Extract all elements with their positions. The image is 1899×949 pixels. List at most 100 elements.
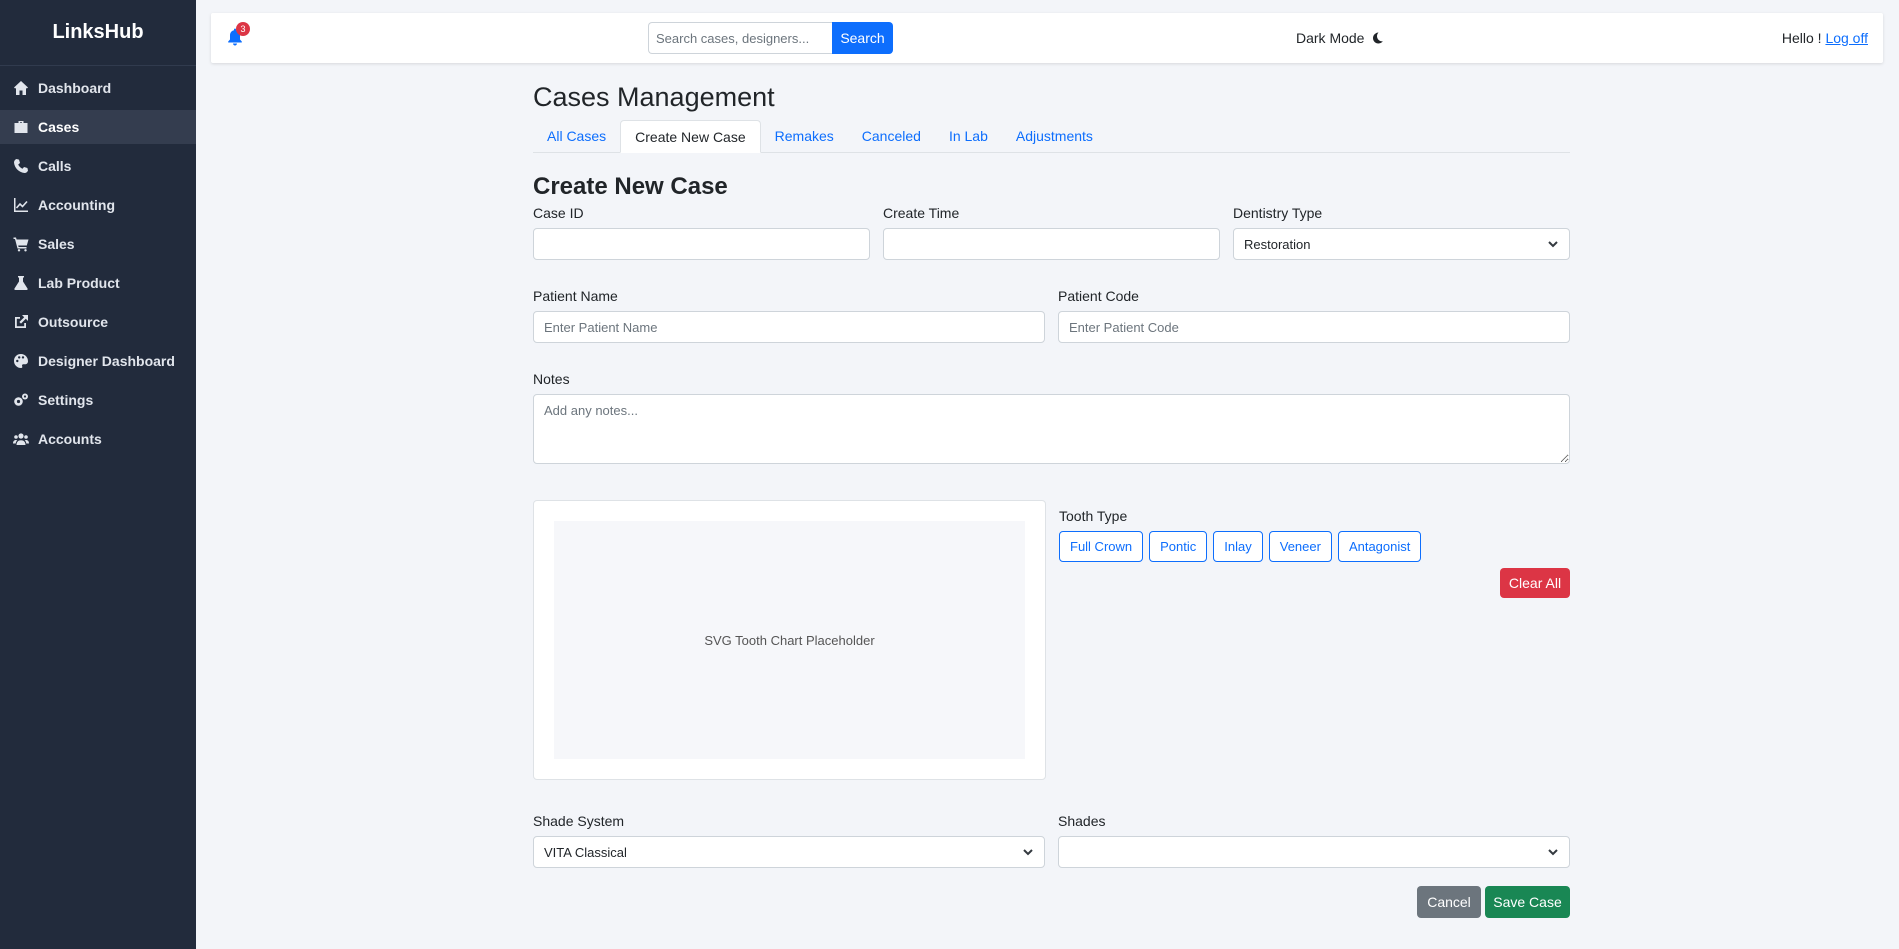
shade-system-group: Shade System VITA Classical [533, 813, 1045, 868]
tooth-type-pontic-button[interactable]: Pontic [1149, 531, 1208, 562]
dentistry-type-group: Dentistry Type Restoration [1233, 205, 1570, 260]
case-id-input[interactable] [533, 228, 870, 260]
shades-group: Shades [1058, 813, 1570, 868]
top-bar: 3 Search Dark Mode Hello ! Log off [211, 13, 1883, 63]
form-actions: Cancel Save Case [533, 886, 1570, 918]
sidebar-item-label: Calls [38, 158, 72, 174]
sidebar-item-label: Cases [38, 119, 80, 135]
briefcase-icon [12, 119, 30, 135]
tooth-chart[interactable]: SVG Tooth Chart Placeholder [533, 500, 1046, 780]
sidebar-item-label: Outsource [38, 314, 109, 330]
tab-all-cases[interactable]: All Cases [533, 120, 620, 152]
sidebar-item-lab-product[interactable]: Lab Product [0, 266, 196, 300]
form-title: Create New Case [533, 173, 728, 200]
dentistry-type-select[interactable]: Restoration [1233, 228, 1570, 260]
sidebar-item-label: Designer Dashboard [38, 353, 175, 369]
shade-system-label: Shade System [533, 813, 625, 829]
tab-in-lab[interactable]: In Lab [935, 120, 1002, 152]
sidebar-item-sales[interactable]: Sales [0, 227, 196, 261]
search-group: Search [648, 22, 893, 54]
tab-canceled[interactable]: Canceled [848, 120, 935, 152]
patient-code-group: Patient Code [1058, 288, 1570, 343]
shade-system-value: VITA Classical [544, 844, 627, 860]
create-time-label: Create Time [883, 205, 960, 221]
case-info-row: Case ID Create Time Dentistry Type Resto… [533, 205, 1570, 260]
shade-system-select[interactable]: VITA Classical [533, 836, 1045, 868]
sidebar-item-designer-dashboard[interactable]: Designer Dashboard [0, 344, 196, 378]
tooth-type-inlay-button[interactable]: Inlay [1213, 531, 1263, 562]
greeting-text: Hello ! [1781, 30, 1822, 46]
tooth-chart-placeholder: SVG Tooth Chart Placeholder [554, 521, 1025, 759]
flask-icon [12, 275, 30, 291]
sidebar-item-label: Accounts [38, 431, 102, 447]
sidebar-item-settings[interactable]: Settings [0, 383, 196, 417]
sidebar-item-label: Settings [38, 392, 94, 408]
brand-logo[interactable]: LinksHub [0, 0, 196, 66]
phone-icon [12, 158, 30, 174]
sidebar-item-accounting[interactable]: Accounting [0, 188, 196, 222]
notes-label: Notes [533, 371, 570, 387]
sidebar-item-label: Accounting [38, 197, 115, 213]
cancel-button[interactable]: Cancel [1417, 886, 1481, 918]
chevron-down-icon [1548, 241, 1558, 248]
create-time-group: Create Time [883, 205, 1220, 260]
sidebar-item-cases[interactable]: Cases [0, 110, 196, 144]
shades-select[interactable] [1058, 836, 1570, 868]
tab-adjustments[interactable]: Adjustments [1002, 120, 1107, 152]
search-input[interactable] [648, 22, 832, 54]
chevron-down-icon [1023, 849, 1033, 856]
patient-row: Patient Name Patient Code [533, 288, 1570, 343]
sidebar-item-dashboard[interactable]: Dashboard [0, 71, 196, 105]
dentistry-type-value: Restoration [1244, 236, 1311, 252]
tooth-type-full-crown-button[interactable]: Full Crown [1059, 531, 1144, 562]
shades-label: Shades [1058, 813, 1106, 829]
gears-icon [12, 392, 30, 408]
create-time-input[interactable] [883, 228, 1220, 260]
patient-name-group: Patient Name [533, 288, 1045, 343]
sidebar-item-calls[interactable]: Calls [0, 149, 196, 183]
notification-count-badge: 3 [236, 22, 250, 36]
case-id-group: Case ID [533, 205, 870, 260]
notes-textarea[interactable] [533, 394, 1570, 464]
main-content: Cases Management All Cases Create New Ca… [533, 80, 1570, 918]
chevron-down-icon [1548, 849, 1558, 856]
cart-icon [12, 236, 30, 252]
moon-icon [1373, 32, 1384, 44]
tooth-type-antagonist-button[interactable]: Antagonist [1337, 531, 1422, 562]
patient-name-input[interactable] [533, 311, 1045, 343]
sidebar-nav: Dashboard Cases Calls Accounting Sales L… [0, 71, 196, 456]
tooth-type-veneer-button[interactable]: Veneer [1268, 531, 1332, 562]
palette-icon [12, 353, 30, 369]
case-id-label: Case ID [533, 205, 584, 221]
user-menu: Hello ! Log off [1782, 30, 1868, 46]
save-case-button[interactable]: Save Case [1485, 886, 1570, 918]
logout-link[interactable]: Log off [1825, 30, 1868, 46]
patient-name-label: Patient Name [533, 288, 618, 304]
users-icon [12, 431, 30, 447]
tooth-type-label: Tooth Type [1059, 508, 1128, 524]
sidebar-item-label: Sales [38, 236, 75, 252]
patient-code-label: Patient Code [1058, 288, 1139, 304]
sidebar-item-label: Dashboard [38, 80, 112, 96]
page-title: Cases Management [533, 82, 775, 112]
home-icon [12, 80, 30, 96]
dark-mode-label: Dark Mode [1296, 30, 1365, 46]
sidebar-item-accounts[interactable]: Accounts [0, 422, 196, 456]
tooth-type-panel: Tooth Type Full Crown Pontic Inlay Venee… [1059, 500, 1570, 780]
case-tabs: All Cases Create New Case Remakes Cancel… [533, 120, 1570, 153]
chart-line-icon [12, 197, 30, 213]
patient-code-input[interactable] [1058, 311, 1570, 343]
tab-create-new-case[interactable]: Create New Case [620, 120, 761, 153]
tooth-row: SVG Tooth Chart Placeholder Tooth Type F… [533, 500, 1570, 780]
external-link-icon [12, 314, 30, 330]
tooth-type-buttons: Full Crown Pontic Inlay Veneer Antagonis… [1059, 531, 1570, 562]
dark-mode-toggle[interactable]: Dark Mode [1296, 30, 1384, 46]
tab-remakes[interactable]: Remakes [761, 120, 848, 152]
notes-group: Notes [533, 371, 1570, 469]
sidebar-item-outsource[interactable]: Outsource [0, 305, 196, 339]
sidebar: LinksHub Dashboard Cases Calls Accountin… [0, 0, 196, 949]
clear-all-button[interactable]: Clear All [1500, 568, 1570, 598]
dentistry-type-label: Dentistry Type [1233, 205, 1323, 221]
search-button[interactable]: Search [832, 22, 893, 54]
sidebar-item-label: Lab Product [38, 275, 120, 291]
